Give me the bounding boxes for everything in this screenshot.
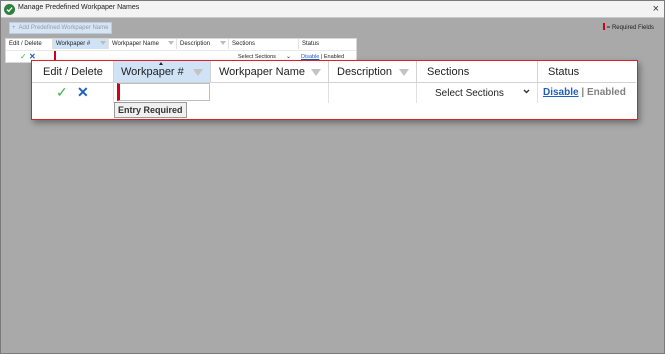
column-header-workpaper-number-label: Workpaper # <box>121 66 184 78</box>
filter-icon[interactable] <box>311 69 321 76</box>
toolbar: + Add Predefined Workpaper Name = Require… <box>5 20 660 36</box>
add-workpaper-name-label: Add Predefined Workpaper Name <box>18 25 109 31</box>
column-header-description[interactable]: Description <box>329 61 417 83</box>
filter-icon[interactable] <box>168 41 174 45</box>
disable-link[interactable]: Disable <box>543 87 579 98</box>
status-cell: Disable | Enabled <box>543 87 626 98</box>
close-icon[interactable]: × <box>653 2 659 16</box>
filter-icon[interactable] <box>193 69 203 76</box>
add-workpaper-name-button[interactable]: + Add Predefined Workpaper Name <box>9 22 113 34</box>
column-header-workpaper-name[interactable]: Workpaper Name <box>211 61 329 83</box>
column-header-workpaper-name-label: Workpaper Name <box>112 41 159 47</box>
column-header-workpaper-number-label: Workpaper # <box>56 41 91 47</box>
column-header-status: Status <box>302 41 320 47</box>
sections-select[interactable]: Select Sections <box>435 88 504 99</box>
sort-ascending-icon[interactable] <box>159 62 163 65</box>
chevron-down-icon[interactable] <box>523 88 530 95</box>
required-fields-label: = Required Fields <box>606 25 654 31</box>
column-header-edit-delete: Edit / Delete <box>32 61 114 83</box>
column-header-description-label: Description <box>337 66 393 78</box>
checkmark-icon[interactable]: ✓ <box>20 52 27 61</box>
column-header-description-label: Description <box>180 41 211 47</box>
column-header-edit-delete: Edit / Delete <box>6 39 53 49</box>
description-cell <box>329 83 417 103</box>
zoomed-grid-callout: Edit / Delete Workpaper # Workpaper Name… <box>31 60 638 120</box>
window-title: Manage Predefined Workpaper Names <box>18 4 140 11</box>
column-header-workpaper-name[interactable]: Workpaper Name <box>109 39 177 49</box>
filter-icon[interactable] <box>220 41 226 45</box>
workpaper-number-input[interactable] <box>117 83 210 101</box>
filter-icon[interactable] <box>399 69 409 76</box>
column-header-workpaper-number[interactable]: Workpaper # <box>53 39 109 49</box>
column-header-workpaper-number[interactable]: Workpaper # <box>114 61 211 83</box>
required-fields-legend: = Required Fields <box>602 23 654 31</box>
x-icon[interactable]: ✕ <box>77 85 89 99</box>
title-bar: Manage Predefined Workpaper Names × <box>1 1 664 18</box>
column-header-sections: Sections <box>229 39 299 49</box>
required-marker-icon <box>602 23 605 30</box>
column-header-description[interactable]: Description <box>177 39 229 49</box>
column-header-status: Status <box>538 61 636 83</box>
workpaper-name-cell <box>211 83 329 103</box>
column-header-sections: Sections <box>417 61 538 83</box>
plus-icon: + <box>12 25 16 31</box>
manage-workpaper-names-dialog: Manage Predefined Workpaper Names × + Add… <box>0 0 665 354</box>
chevron-down-icon[interactable]: ⌄ <box>286 53 291 60</box>
status-state: Enabled <box>586 87 626 98</box>
checkmark-icon[interactable]: ✓ <box>56 85 68 99</box>
column-header-workpaper-name-label: Workpaper Name <box>219 66 305 78</box>
status-separator: | <box>578 87 587 98</box>
shield-check-icon <box>4 4 15 15</box>
filter-icon[interactable] <box>100 41 106 45</box>
edit-delete-cell <box>32 83 114 103</box>
validation-tooltip: Entry Required <box>114 102 187 118</box>
